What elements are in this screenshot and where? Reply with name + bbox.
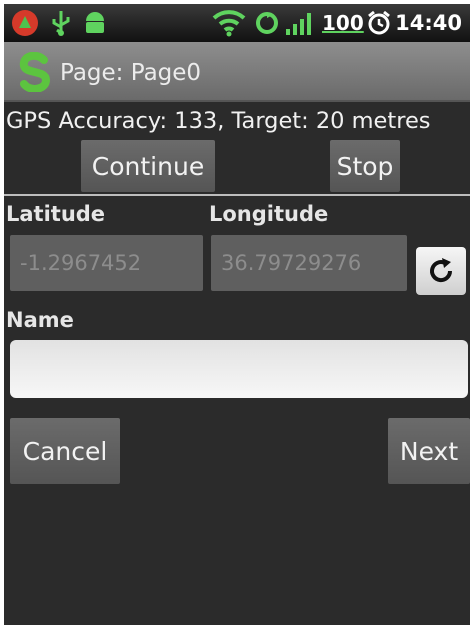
next-button[interactable]: Next bbox=[388, 418, 470, 484]
signal-icon bbox=[286, 4, 318, 42]
phone-screen: 100 14:40 Page: Page0 GPS Accuracy: 133,… bbox=[4, 4, 470, 625]
stop-button[interactable]: Stop bbox=[330, 140, 400, 192]
gps-accuracy-text: GPS Accuracy: 133, Target: 20 metres bbox=[6, 108, 431, 134]
clock-time: 14:40 bbox=[395, 11, 462, 35]
android-debug-icon bbox=[82, 4, 108, 42]
app-logo-icon bbox=[16, 51, 54, 93]
title-bar: Page: Page0 bbox=[4, 42, 470, 102]
continue-button[interactable]: Continue bbox=[81, 140, 215, 192]
latitude-field[interactable]: -1.2967452 bbox=[10, 235, 203, 291]
divider bbox=[4, 194, 470, 196]
name-input[interactable] bbox=[10, 340, 468, 398]
sync-icon bbox=[254, 4, 280, 42]
name-label: Name bbox=[6, 308, 74, 332]
refresh-location-button[interactable] bbox=[416, 247, 466, 295]
battery-level: 100 bbox=[322, 11, 364, 35]
status-bar: 100 14:40 bbox=[4, 4, 470, 42]
longitude-label: Longitude bbox=[209, 202, 329, 226]
longitude-field[interactable]: 36.79729276 bbox=[211, 235, 407, 291]
wifi-icon bbox=[212, 4, 246, 42]
app-notification-icon bbox=[10, 4, 40, 42]
alarm-icon bbox=[366, 4, 392, 42]
refresh-icon bbox=[430, 258, 453, 283]
latitude-label: Latitude bbox=[6, 202, 106, 226]
usb-icon bbox=[50, 4, 72, 42]
cancel-button[interactable]: Cancel bbox=[10, 418, 120, 484]
page-title: Page: Page0 bbox=[60, 60, 202, 86]
